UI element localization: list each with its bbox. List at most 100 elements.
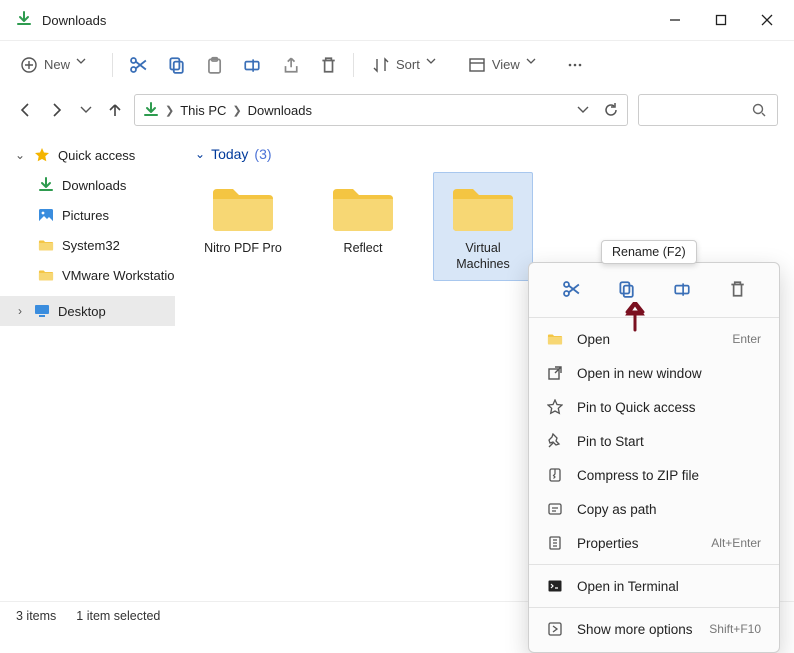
- ctx-show-more[interactable]: Show more options Shift+F10: [529, 612, 779, 646]
- window-title: Downloads: [42, 13, 106, 28]
- chevron-down-icon: ⌄: [195, 147, 205, 161]
- search-input[interactable]: [638, 94, 778, 126]
- chevron-down-icon: [426, 56, 444, 74]
- ctx-copy-button[interactable]: [610, 273, 642, 305]
- sidebar-quick-access[interactable]: ⌄ Quick access: [0, 140, 175, 170]
- scissors-icon: [129, 56, 147, 74]
- ctx-open-terminal[interactable]: Open in Terminal: [529, 569, 779, 603]
- pictures-icon: [38, 207, 54, 223]
- expand-icon[interactable]: ›: [14, 304, 26, 318]
- scissors-icon: [562, 280, 580, 298]
- sort-icon: [372, 56, 390, 74]
- recent-locations-button[interactable]: [80, 104, 92, 116]
- sidebar: ⌄ Quick access Downloads Pictures System…: [0, 132, 175, 601]
- forward-button[interactable]: [48, 101, 66, 119]
- sidebar-item-system32[interactable]: System32: [0, 230, 175, 260]
- file-item-selected[interactable]: Virtual Machines: [433, 172, 533, 281]
- terminal-icon: [547, 578, 563, 594]
- annotation-arrow: [622, 302, 648, 332]
- ctx-open-new-window[interactable]: Open in new window: [529, 356, 779, 390]
- ctx-rename-button[interactable]: [666, 273, 698, 305]
- tooltip: Rename (F2): [601, 240, 697, 264]
- copy-button[interactable]: [159, 50, 193, 80]
- open-external-icon: [547, 365, 563, 381]
- folder-icon: [38, 237, 54, 253]
- context-menu: Open Enter Open in new window Pin to Qui…: [528, 262, 780, 653]
- view-button[interactable]: View: [458, 50, 554, 80]
- folder-icon: [448, 181, 518, 235]
- sidebar-item-label: VMware Workstation 1: [62, 268, 175, 283]
- pin-icon: [547, 433, 563, 449]
- rename-icon: [243, 56, 261, 74]
- properties-icon: [547, 535, 563, 551]
- ctx-compress-zip[interactable]: Compress to ZIP file: [529, 458, 779, 492]
- group-header[interactable]: ⌄ Today (3): [195, 146, 776, 162]
- close-button[interactable]: [744, 0, 790, 40]
- star-icon: [34, 147, 50, 163]
- folder-icon: [547, 331, 563, 347]
- new-label: New: [44, 57, 70, 72]
- ctx-open[interactable]: Open Enter: [529, 322, 779, 356]
- app-icon: [16, 11, 32, 30]
- chevron-right-icon: ❯: [165, 104, 174, 117]
- up-button[interactable]: [106, 101, 124, 119]
- cut-button[interactable]: [121, 50, 155, 80]
- view-icon: [468, 56, 486, 74]
- trash-icon: [319, 56, 337, 74]
- sort-label: Sort: [396, 57, 420, 72]
- rename-button[interactable]: [235, 50, 269, 80]
- maximize-button[interactable]: [698, 0, 744, 40]
- sidebar-item-vmware[interactable]: VMware Workstation 1: [0, 260, 175, 290]
- file-item[interactable]: Nitro PDF Pro: [193, 172, 293, 281]
- nav-row: ❯ This PC ❯ Downloads: [0, 88, 794, 132]
- back-button[interactable]: [16, 101, 34, 119]
- file-name: Nitro PDF Pro: [204, 241, 282, 257]
- more-button[interactable]: [558, 50, 592, 80]
- star-outline-icon: [547, 399, 563, 415]
- address-dropdown-button[interactable]: [577, 104, 589, 116]
- plus-circle-icon: [20, 56, 38, 74]
- address-bar[interactable]: ❯ This PC ❯ Downloads: [134, 94, 628, 126]
- copy-icon: [617, 280, 635, 298]
- sort-button[interactable]: Sort: [362, 50, 454, 80]
- ctx-delete-button[interactable]: [721, 273, 753, 305]
- ctx-copy-path[interactable]: Copy as path: [529, 492, 779, 526]
- toolbar: New Sort View: [0, 40, 794, 88]
- ellipsis-icon: [566, 56, 584, 74]
- ctx-cut-button[interactable]: [555, 273, 587, 305]
- search-icon: [751, 102, 767, 118]
- ctx-pin-start[interactable]: Pin to Start: [529, 424, 779, 458]
- desktop-icon: [34, 303, 50, 319]
- status-item-count: 3 items: [16, 609, 56, 623]
- sidebar-item-pictures[interactable]: Pictures: [0, 200, 175, 230]
- collapse-icon[interactable]: ⌄: [14, 148, 26, 162]
- share-button[interactable]: [273, 50, 307, 80]
- folder-icon: [328, 181, 398, 235]
- ctx-properties[interactable]: Properties Alt+Enter: [529, 526, 779, 560]
- ctx-pin-quick-access[interactable]: Pin to Quick access: [529, 390, 779, 424]
- copy-path-icon: [547, 501, 563, 517]
- paste-icon: [205, 56, 223, 74]
- sidebar-item-desktop[interactable]: › Desktop: [0, 296, 175, 326]
- minimize-button[interactable]: [652, 0, 698, 40]
- sidebar-item-label: Quick access: [58, 148, 135, 163]
- rename-icon: [673, 280, 691, 298]
- sidebar-item-label: Downloads: [62, 178, 126, 193]
- refresh-button[interactable]: [603, 102, 619, 118]
- sidebar-item-downloads[interactable]: Downloads: [0, 170, 175, 200]
- group-count: (3): [254, 146, 271, 162]
- chevron-down-icon: [76, 56, 94, 74]
- file-name: Reflect: [344, 241, 383, 257]
- title-bar: Downloads: [0, 0, 794, 40]
- paste-button[interactable]: [197, 50, 231, 80]
- copy-icon: [167, 56, 185, 74]
- new-button[interactable]: New: [10, 50, 104, 80]
- trash-icon: [728, 280, 746, 298]
- file-item[interactable]: Reflect: [313, 172, 413, 281]
- delete-button[interactable]: [311, 50, 345, 80]
- folder-icon: [38, 267, 54, 283]
- download-icon: [38, 177, 54, 193]
- breadcrumb[interactable]: Downloads: [248, 103, 312, 118]
- sidebar-item-label: Pictures: [62, 208, 109, 223]
- breadcrumb[interactable]: This PC: [180, 103, 226, 118]
